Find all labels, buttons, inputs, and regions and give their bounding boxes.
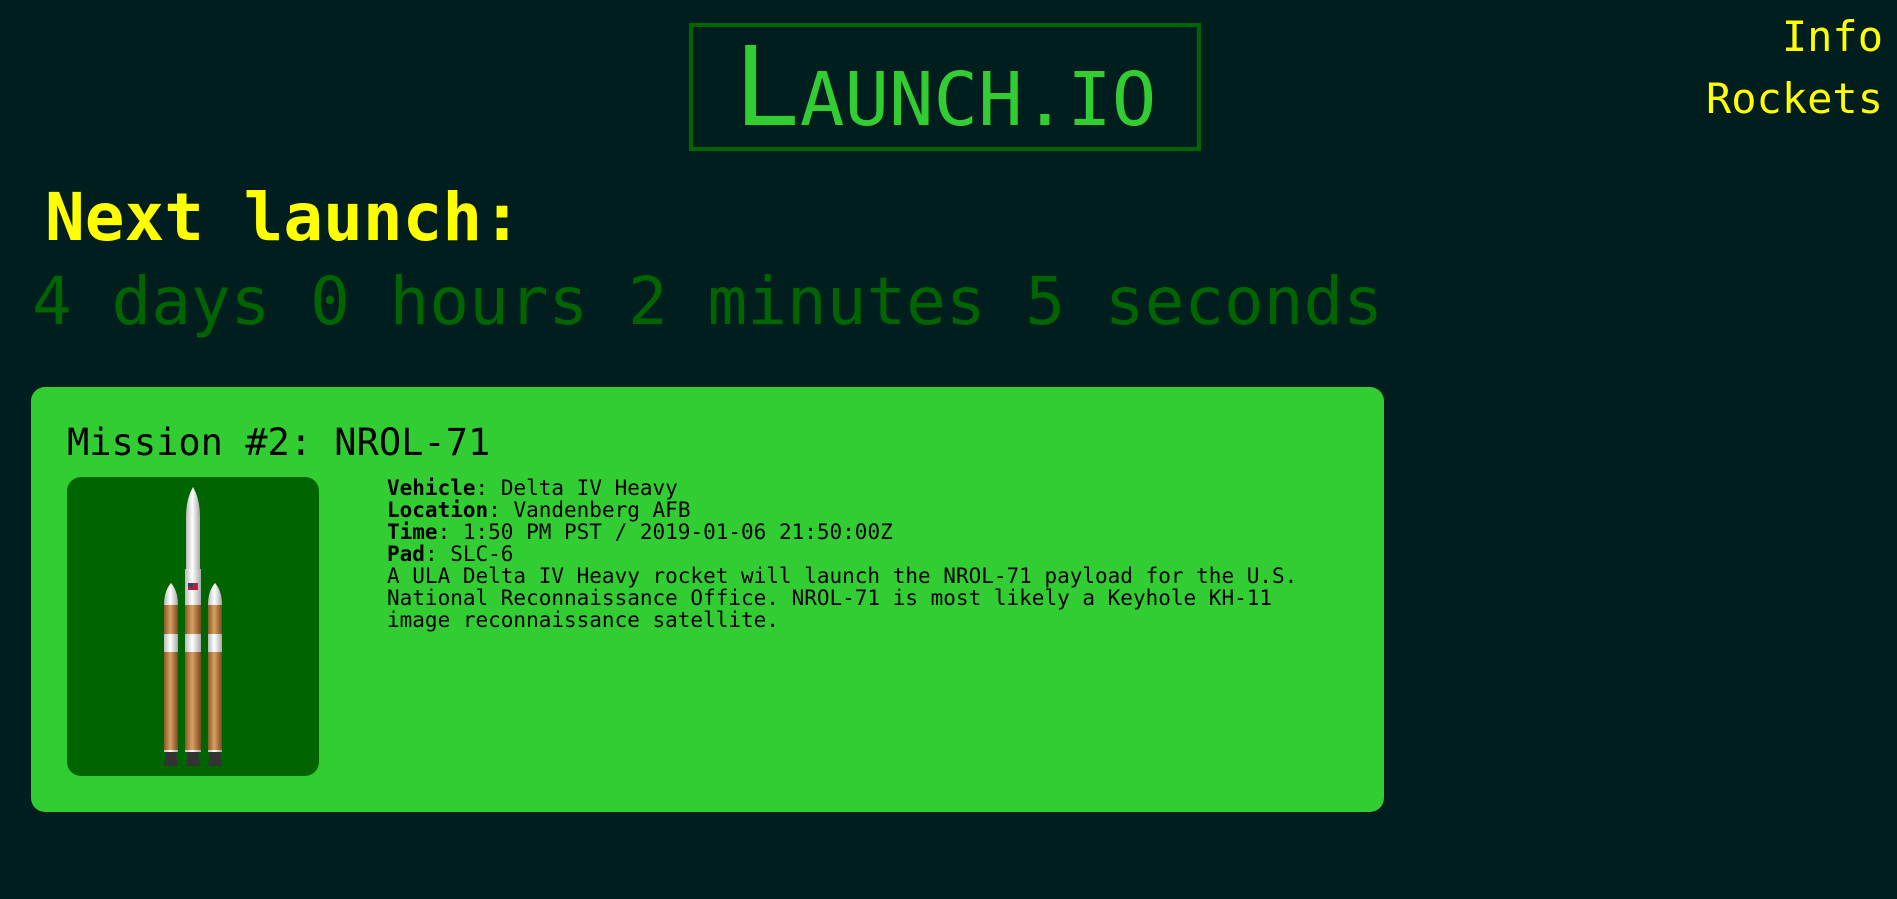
rocket-image <box>67 477 319 776</box>
mission-title: Mission #2: NROL-71 <box>67 421 491 464</box>
delta-iv-heavy-rocket-icon <box>164 487 222 766</box>
location-label: Location <box>387 498 489 522</box>
mission-description: A ULA Delta IV Heavy rocket will launch … <box>387 564 1298 632</box>
pad-value: SLC-6 <box>450 542 514 566</box>
vehicle-label: Vehicle <box>387 476 476 500</box>
time-label: Time <box>387 520 438 544</box>
mission-card: Mission #2: NROL-71 Vehicle: Delta IV He… <box>31 387 1384 812</box>
next-launch-heading: Next launch: <box>45 179 522 256</box>
pad-row: Pad: SLC-6 <box>387 542 514 566</box>
location-value: Vandenberg AFB <box>513 498 691 522</box>
launch-countdown: 4 days 0 hours 2 minutes 5 seconds <box>32 263 1384 340</box>
logo-rest: AUNCH.IO <box>799 57 1157 143</box>
nav-link-info[interactable]: Info <box>1706 6 1883 68</box>
top-nav: Info Rockets <box>1706 6 1883 130</box>
time-row: Time: 1:50 PM PST / 2019-01-06 21:50:00Z <box>387 520 893 544</box>
nav-link-rockets[interactable]: Rockets <box>1706 68 1883 130</box>
mission-details: Vehicle: Delta IV Heavy Location: Vanden… <box>387 477 1347 631</box>
pad-label: Pad <box>387 542 425 566</box>
vehicle-value: Delta IV Heavy <box>500 476 678 500</box>
vehicle-row: Vehicle: Delta IV Heavy <box>387 476 678 500</box>
location-row: Location: Vandenberg AFB <box>387 498 691 522</box>
time-value: 1:50 PM PST / 2019-01-06 21:50:00Z <box>462 520 893 544</box>
logo-initial: L <box>733 23 800 151</box>
site-logo[interactable]: LAUNCH.IO <box>689 23 1201 151</box>
